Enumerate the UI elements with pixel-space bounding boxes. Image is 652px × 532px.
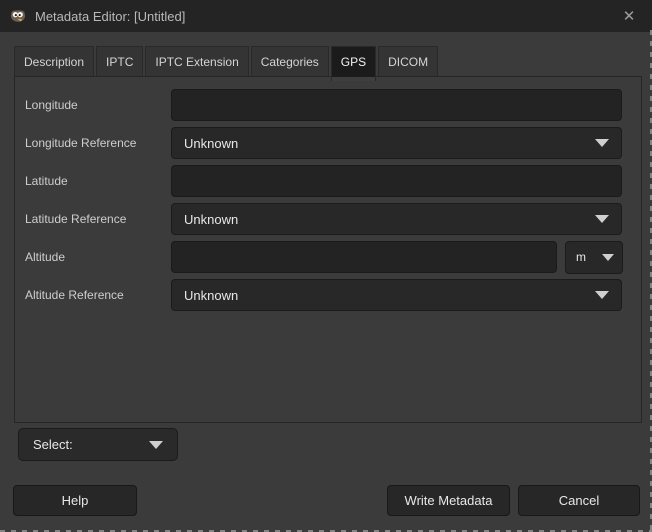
write-metadata-button[interactable]: Write Metadata [387, 485, 510, 516]
longitude-label: Longitude [25, 98, 171, 112]
gimp-wilber-icon [9, 8, 27, 24]
latitude-reference-row: Latitude Reference Unknown [25, 203, 622, 235]
altitude-reference-row: Altitude Reference Unknown [25, 279, 622, 311]
latitude-label: Latitude [25, 174, 171, 188]
window-title: Metadata Editor: [Untitled] [35, 9, 185, 24]
chevron-down-icon [595, 215, 609, 223]
select-dropdown-label: Select: [33, 437, 149, 452]
chevron-down-icon [595, 291, 609, 299]
metadata-editor-dialog: Metadata Editor: [Untitled] ✕ Descriptio… [0, 0, 652, 532]
latitude-reference-label: Latitude Reference [25, 212, 171, 226]
tab-iptc[interactable]: IPTC [96, 46, 143, 76]
latitude-reference-value: Unknown [184, 212, 595, 227]
latitude-reference-dropdown[interactable]: Unknown [171, 203, 622, 235]
tab-categories[interactable]: Categories [251, 46, 329, 76]
tab-dicom[interactable]: DICOM [378, 46, 438, 76]
longitude-reference-dropdown[interactable]: Unknown [171, 127, 622, 159]
altitude-row: Altitude m [25, 241, 622, 273]
altitude-reference-value: Unknown [184, 288, 595, 303]
longitude-reference-label: Longitude Reference [25, 136, 171, 150]
chevron-down-icon [602, 254, 614, 261]
longitude-input[interactable] [171, 89, 622, 121]
altitude-reference-dropdown[interactable]: Unknown [171, 279, 622, 311]
altitude-reference-label: Altitude Reference [25, 288, 171, 302]
help-button[interactable]: Help [13, 485, 137, 516]
tab-iptc-extension[interactable]: IPTC Extension [145, 46, 248, 76]
latitude-row: Latitude [25, 165, 622, 197]
altitude-input[interactable] [171, 241, 557, 273]
longitude-reference-value: Unknown [184, 136, 595, 151]
altitude-unit-value: m [574, 250, 602, 264]
altitude-unit-dropdown[interactable]: m [565, 241, 623, 274]
chevron-down-icon [595, 139, 609, 147]
gps-tab-panel: Longitude Longitude Reference Unknown La… [14, 76, 642, 423]
tab-gps[interactable]: GPS [331, 46, 376, 77]
titlebar[interactable]: Metadata Editor: [Untitled] ✕ [0, 0, 652, 32]
close-icon[interactable]: ✕ [606, 0, 652, 32]
latitude-input[interactable] [171, 165, 622, 197]
cancel-button[interactable]: Cancel [518, 485, 640, 516]
altitude-label: Altitude [25, 250, 171, 264]
select-dropdown[interactable]: Select: [18, 428, 178, 461]
chevron-down-icon [149, 441, 163, 449]
tab-description[interactable]: Description [14, 46, 94, 76]
longitude-row: Longitude [25, 89, 622, 121]
longitude-reference-row: Longitude Reference Unknown [25, 127, 622, 159]
metadata-tab-bar: Description IPTC IPTC Extension Categori… [14, 46, 438, 76]
